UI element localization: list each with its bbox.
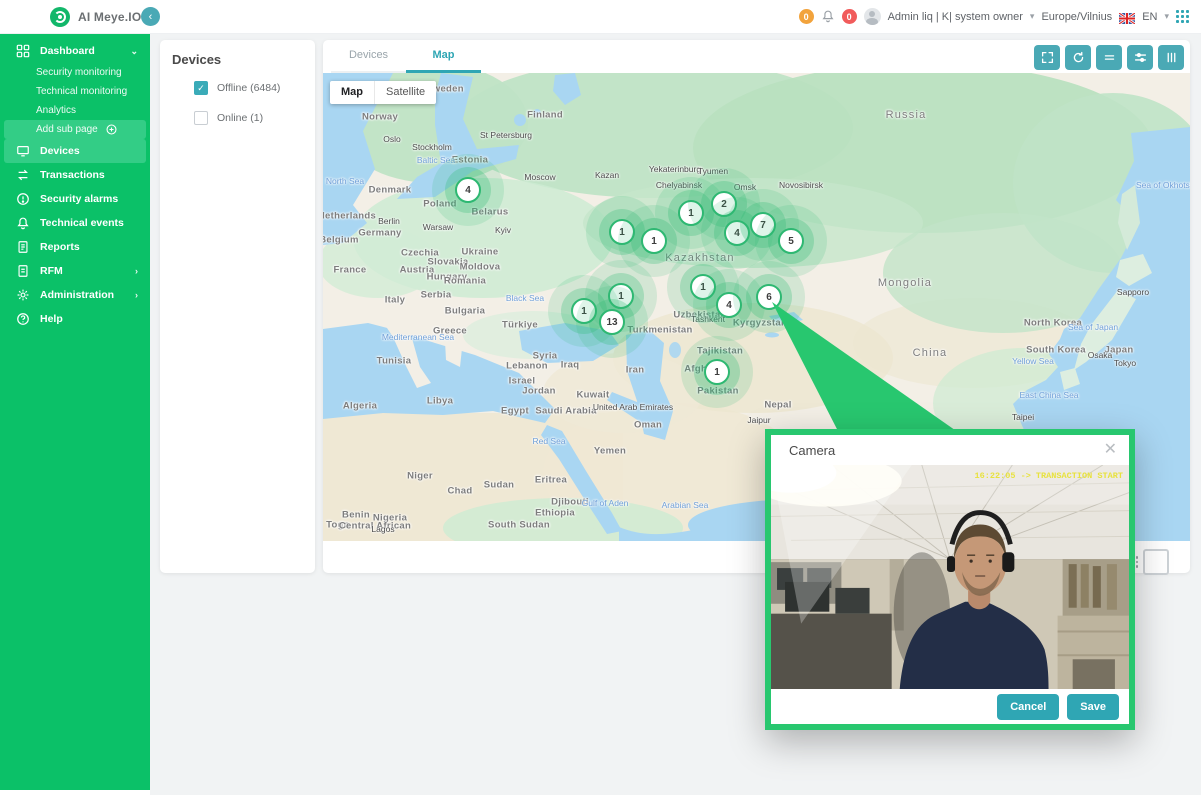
filter-option-label: Offline (6484) <box>217 82 280 94</box>
filter-option-offline-6484[interactable]: ✓ Offline (6484) <box>194 81 303 95</box>
top-header: AI Meye.IO ‹ 0 0 Admin liq | K| system o… <box>0 0 1201 34</box>
columns-button[interactable] <box>1158 45 1184 70</box>
sidebar-item-security-alarms[interactable]: Security alarms <box>0 187 150 211</box>
warning-count-badge[interactable]: 0 <box>799 9 814 24</box>
sidebar-item-devices[interactable]: Devices <box>4 139 146 163</box>
help-icon <box>16 312 31 327</box>
map-type-map[interactable]: Map <box>330 81 374 104</box>
sidebar-item-label: Transactions <box>40 169 105 181</box>
sidebar-item-label: RFM <box>40 265 63 277</box>
app-logo-icon <box>50 7 70 27</box>
sidebar-item-label: Technical events <box>40 217 124 229</box>
filter-settings-button[interactable] <box>1127 45 1153 70</box>
map-type-satellite[interactable]: Satellite <box>374 81 436 104</box>
sidebar-item-label: Security monitoring <box>36 67 122 78</box>
cancel-button[interactable]: Cancel <box>997 694 1059 720</box>
cluster-count[interactable]: 5 <box>778 228 804 254</box>
app-name: AI Meye.IO <box>78 10 141 24</box>
chevron-down-icon: ⌄ <box>130 46 138 57</box>
camera-video-frame: 16:22:05 -> TRANSACTION START <box>771 465 1129 689</box>
video-timestamp-overlay: 16:22:05 -> TRANSACTION START <box>975 471 1123 481</box>
rfm-icon <box>16 264 31 279</box>
plus-circle-icon <box>105 123 118 136</box>
refresh-button[interactable] <box>1065 45 1091 70</box>
app-logo: AI Meye.IO <box>50 7 141 27</box>
dashboard-icon <box>16 44 31 59</box>
tab-devices[interactable]: Devices <box>331 40 406 73</box>
sidebar-item-label: Administration <box>40 289 114 301</box>
bell-icon <box>16 216 31 231</box>
filter-option-online-1[interactable]: Online (1) <box>194 111 303 125</box>
language-chevron-icon[interactable]: ▾ <box>1164 11 1169 22</box>
sidebar-item-label: Technical monitoring <box>36 86 127 97</box>
sidebar-item-label: Reports <box>40 241 80 253</box>
apps-grid-icon[interactable] <box>1176 10 1189 23</box>
alert-count-badge[interactable]: 0 <box>842 9 857 24</box>
sidebar-item-transactions[interactable]: Transactions <box>0 163 150 187</box>
sidebar-item-dashboard[interactable]: Dashboard ⌄ <box>0 39 150 63</box>
filter-panel-title: Devices <box>172 52 303 67</box>
tab-map[interactable]: Map <box>406 40 481 73</box>
user-name[interactable]: Admin liq | K| system owner <box>888 11 1023 23</box>
cluster-count[interactable]: 13 <box>599 309 625 335</box>
notifications-bell-icon[interactable] <box>821 9 835 25</box>
sidebar-item-label: Security alarms <box>40 193 118 205</box>
sidebar-item-administration[interactable]: Administration › <box>0 283 150 307</box>
alarm-icon <box>16 192 31 207</box>
report-icon <box>16 240 31 255</box>
chevron-right-icon: › <box>135 290 138 300</box>
list-view-button[interactable] <box>1096 45 1122 70</box>
fullscreen-button[interactable] <box>1034 45 1060 70</box>
timezone-label[interactable]: Europe/Vilnius <box>1041 11 1112 23</box>
sidebar-item-label: Devices <box>40 145 80 157</box>
map-type-control: Map Satellite <box>330 81 436 104</box>
checkbox-unchecked[interactable] <box>194 111 208 125</box>
map-toolbar <box>1034 45 1184 70</box>
sidebar-item-security-monitoring[interactable]: Security monitoring <box>0 63 150 82</box>
sidebar-item-reports[interactable]: Reports <box>0 235 150 259</box>
user-menu-chevron-icon[interactable]: ▾ <box>1030 11 1035 22</box>
uk-flag-icon <box>1119 11 1135 22</box>
transactions-icon <box>16 168 31 183</box>
sidebar-item-add-sub-page[interactable]: Add sub page <box>4 120 146 139</box>
sidebar-collapse-button[interactable]: ‹ <box>141 7 160 26</box>
sidebar-item-rfm[interactable]: RFM › <box>0 259 150 283</box>
cluster-count[interactable]: 4 <box>455 177 481 203</box>
cluster-count[interactable]: 1 <box>704 359 730 385</box>
user-avatar[interactable] <box>864 8 881 25</box>
filter-option-label: Online (1) <box>217 112 263 124</box>
sidebar-item-help[interactable]: Help <box>0 307 150 331</box>
devices-filter-panel: Devices ✓ Offline (6484) Online (1) <box>160 40 315 573</box>
language-label[interactable]: EN <box>1142 11 1157 23</box>
devices-icon <box>16 144 31 159</box>
sidebar-item-label: Analytics <box>36 105 76 116</box>
sidebar-item-technical-events[interactable]: Technical events <box>0 211 150 235</box>
popup-title: Camera <box>789 443 835 458</box>
chevron-right-icon: › <box>135 266 138 276</box>
sidebar-item-analytics[interactable]: Analytics <box>0 101 150 120</box>
close-icon[interactable]: ✕ <box>1104 442 1117 458</box>
sidebar-item-technical-monitoring[interactable]: Technical monitoring <box>0 82 150 101</box>
cluster-count[interactable]: 6 <box>756 284 782 310</box>
save-button[interactable]: Save <box>1067 694 1119 720</box>
row-checkbox[interactable] <box>1143 549 1169 575</box>
camera-popup: Camera ✕ <box>765 429 1135 730</box>
checkbox-checked[interactable]: ✓ <box>194 81 208 95</box>
sidebar-nav: Dashboard ⌄ Security monitoring Technical m… <box>0 33 150 790</box>
gear-icon <box>16 288 31 303</box>
sidebar-item-label: Add sub page <box>36 124 98 135</box>
sidebar-item-label: Dashboard <box>40 45 95 57</box>
sidebar-item-label: Help <box>40 313 63 325</box>
